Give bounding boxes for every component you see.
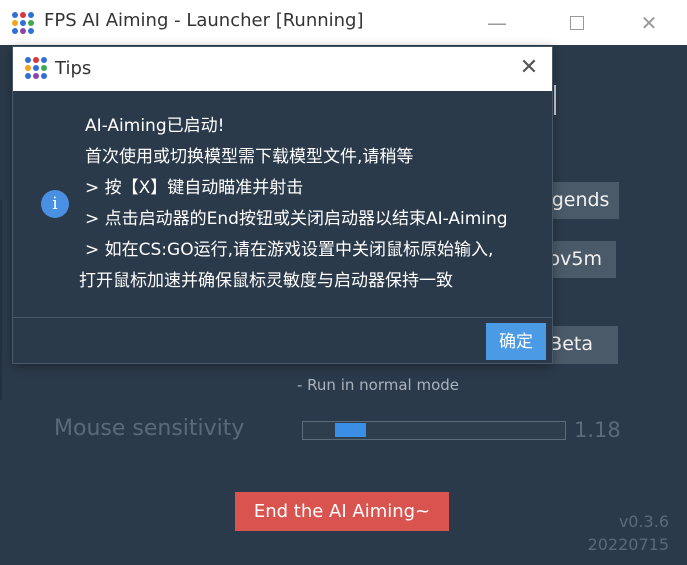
- version-info: v0.3.6 20220715: [588, 510, 669, 556]
- icon-dot: [33, 73, 39, 79]
- icon-dot: [33, 57, 39, 63]
- message-line: AI-Aiming已启动!: [85, 116, 225, 136]
- dialog-app-grid-icon: [25, 57, 47, 79]
- app-grid-icon: [12, 12, 34, 34]
- dialog-close-button[interactable]: ✕: [515, 54, 543, 82]
- sensitivity-slider-thumb[interactable]: [335, 423, 366, 437]
- icon-dot: [41, 57, 47, 63]
- message-line: 首次使用或切换模型需下载模型文件,请稍等: [85, 147, 414, 167]
- icon-dot: [28, 20, 34, 26]
- icon-dot: [25, 57, 31, 63]
- icon-dot: [20, 28, 26, 34]
- maximize-button[interactable]: [562, 8, 592, 38]
- build-date-label: 20220715: [587, 535, 669, 554]
- message-line: > 点击启动器的End按钮或关闭启动器以结束AI-Aiming: [85, 209, 508, 229]
- tips-dialog: Tips ✕ i AI-Aiming已启动! 首次使用或切换模型需下载模型文件,…: [12, 46, 553, 364]
- version-label: v0.3.6: [618, 512, 669, 531]
- message-line: 打开鼠标加速并确保鼠标灵敏度与启动器保持一致: [79, 271, 453, 291]
- dialog-title: Tips: [55, 58, 92, 79]
- maximize-icon: [570, 16, 584, 30]
- sensitivity-label: Mouse sensitivity: [54, 416, 245, 441]
- main-titlebar[interactable]: FPS AI Aiming - Launcher [Running] — ✕: [0, 0, 687, 45]
- left-edge-divider: [0, 200, 2, 400]
- icon-dot: [41, 65, 47, 71]
- minimize-button[interactable]: —: [482, 8, 512, 38]
- sensitivity-value: 1.18: [574, 418, 621, 442]
- icon-dot: [12, 28, 18, 34]
- confirm-button[interactable]: 确定: [486, 323, 546, 360]
- icon-dot: [25, 65, 31, 71]
- icon-dot: [28, 12, 34, 18]
- message-line: > 如在CS:GO运行,请在游戏设置中关闭鼠标原始输入,: [85, 240, 494, 260]
- end-ai-aiming-button[interactable]: End the AI Aiming~: [235, 492, 449, 531]
- icon-dot: [20, 12, 26, 18]
- window-title: FPS AI Aiming - Launcher [Running]: [44, 10, 364, 31]
- run-mode-text: - Run in normal mode: [297, 376, 460, 394]
- icon-dot: [12, 12, 18, 18]
- icon-dot: [28, 28, 34, 34]
- dialog-divider: [13, 317, 552, 318]
- icon-dot: [20, 20, 26, 26]
- info-icon: i: [41, 190, 69, 218]
- close-window-button[interactable]: ✕: [634, 8, 664, 38]
- icon-dot: [25, 73, 31, 79]
- icon-dot: [12, 20, 18, 26]
- icon-dot: [33, 65, 39, 71]
- message-line: > 按【X】键自动瞄准并射击: [85, 178, 304, 198]
- icon-dot: [41, 73, 47, 79]
- dialog-titlebar[interactable]: Tips ✕: [13, 47, 552, 91]
